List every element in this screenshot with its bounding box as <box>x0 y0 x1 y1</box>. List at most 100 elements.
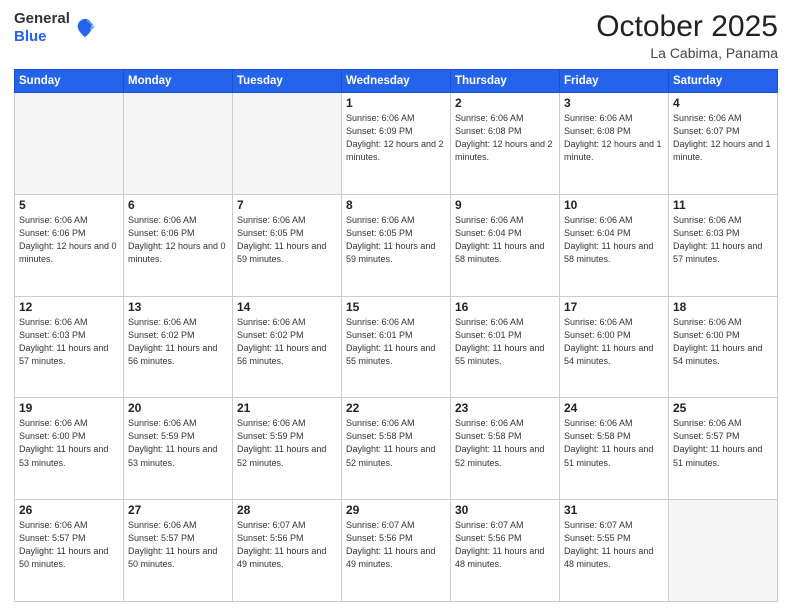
day-cell: 5Sunrise: 6:06 AM Sunset: 6:06 PM Daylig… <box>15 194 124 296</box>
day-number: 16 <box>455 300 555 314</box>
day-cell <box>669 500 778 602</box>
day-info: Sunrise: 6:06 AM Sunset: 5:57 PM Dayligh… <box>19 519 119 571</box>
day-number: 21 <box>237 401 337 415</box>
week-row-3: 19 Sunrise: 6:06 AM Sunset: 6:00 PM Dayli… <box>15 398 778 500</box>
day-cell: 12Sunrise: 6:06 AM Sunset: 6:03 PM Dayli… <box>15 296 124 398</box>
day-info: Sunrise: 6:06 AM Sunset: 5:58 PM Dayligh… <box>346 417 446 469</box>
day-number: 28 <box>237 503 337 517</box>
weekday-wednesday: Wednesday <box>342 70 451 93</box>
day-info: Sunrise: 6:06 AM Sunset: 6:09 PM Dayligh… <box>346 112 446 164</box>
day-cell: 25Sunrise: 6:06 AM Sunset: 5:57 PM Dayli… <box>669 398 778 500</box>
day-cell: 20 Sunrise: 6:06 AM Sunset: 5:59 PM Dayli… <box>124 398 233 500</box>
day-info: Sunrise: 6:06 AM Sunset: 6:05 PM Dayligh… <box>237 214 337 266</box>
day-cell: 22Sunrise: 6:06 AM Sunset: 5:58 PM Dayli… <box>342 398 451 500</box>
day-cell: 18 Sunrise: 6:06 AM Sunset: 6:00 PM Dayli… <box>669 296 778 398</box>
day-number: 29 <box>346 503 446 517</box>
day-cell: 31Sunrise: 6:07 AM Sunset: 5:55 PM Dayli… <box>560 500 669 602</box>
day-number: 6 <box>128 198 228 212</box>
location: La Cabima, Panama <box>596 45 778 61</box>
day-info: Sunrise: 6:06 AM Sunset: 6:00 PM Dayligh… <box>673 316 773 368</box>
day-info: Sunrise: 6:06 AM Sunset: 5:59 PM Dayligh… <box>128 417 228 469</box>
day-info: Sunrise: 6:06 AM Sunset: 5:57 PM Dayligh… <box>673 417 773 469</box>
weekday-monday: Monday <box>124 70 233 93</box>
day-number: 12 <box>19 300 119 314</box>
day-cell: 3Sunrise: 6:06 AM Sunset: 6:08 PM Daylig… <box>560 93 669 195</box>
month-title: October 2025 <box>596 10 778 43</box>
day-number: 5 <box>19 198 119 212</box>
day-cell <box>124 93 233 195</box>
day-info: Sunrise: 6:06 AM Sunset: 6:01 PM Dayligh… <box>346 316 446 368</box>
day-number: 3 <box>564 96 664 110</box>
day-cell: 10 Sunrise: 6:06 AM Sunset: 6:04 PM Dayli… <box>560 194 669 296</box>
day-cell: 1 Sunrise: 6:06 AM Sunset: 6:09 PM Daylig… <box>342 93 451 195</box>
day-cell: 17Sunrise: 6:06 AM Sunset: 6:00 PM Dayli… <box>560 296 669 398</box>
day-info: Sunrise: 6:06 AM Sunset: 6:00 PM Dayligh… <box>19 417 119 469</box>
day-number: 7 <box>237 198 337 212</box>
day-cell: 19 Sunrise: 6:06 AM Sunset: 6:00 PM Dayli… <box>15 398 124 500</box>
day-number: 14 <box>237 300 337 314</box>
day-number: 18 <box>673 300 773 314</box>
day-info: Sunrise: 6:06 AM Sunset: 6:03 PM Dayligh… <box>673 214 773 266</box>
logo: General Blue <box>14 10 96 46</box>
day-info: Sunrise: 6:06 AM Sunset: 6:04 PM Dayligh… <box>564 214 664 266</box>
weekday-thursday: Thursday <box>451 70 560 93</box>
day-info: Sunrise: 6:06 AM Sunset: 6:06 PM Dayligh… <box>128 214 228 266</box>
day-number: 20 <box>128 401 228 415</box>
day-number: 17 <box>564 300 664 314</box>
day-cell: 27 Sunrise: 6:06 AM Sunset: 5:57 PM Dayli… <box>124 500 233 602</box>
logo-general: General <box>14 10 70 27</box>
day-cell: 26 Sunrise: 6:06 AM Sunset: 5:57 PM Dayli… <box>15 500 124 602</box>
day-number: 31 <box>564 503 664 517</box>
week-row-0: 1 Sunrise: 6:06 AM Sunset: 6:09 PM Daylig… <box>15 93 778 195</box>
day-number: 10 <box>564 198 664 212</box>
day-number: 24 <box>564 401 664 415</box>
day-number: 30 <box>455 503 555 517</box>
day-info: Sunrise: 6:07 AM Sunset: 5:56 PM Dayligh… <box>455 519 555 571</box>
day-number: 27 <box>128 503 228 517</box>
day-info: Sunrise: 6:06 AM Sunset: 6:07 PM Dayligh… <box>673 112 773 164</box>
day-info: Sunrise: 6:06 AM Sunset: 5:57 PM Dayligh… <box>128 519 228 571</box>
day-cell: 29 Sunrise: 6:07 AM Sunset: 5:56 PM Dayli… <box>342 500 451 602</box>
day-cell: 30 Sunrise: 6:07 AM Sunset: 5:56 PM Dayli… <box>451 500 560 602</box>
day-number: 15 <box>346 300 446 314</box>
day-number: 4 <box>673 96 773 110</box>
calendar-table: SundayMondayTuesdayWednesdayThursdayFrid… <box>14 69 778 602</box>
weekday-friday: Friday <box>560 70 669 93</box>
day-info: Sunrise: 6:07 AM Sunset: 5:56 PM Dayligh… <box>237 519 337 571</box>
day-info: Sunrise: 6:07 AM Sunset: 5:56 PM Dayligh… <box>346 519 446 571</box>
day-cell: 15 Sunrise: 6:06 AM Sunset: 6:01 PM Dayli… <box>342 296 451 398</box>
header: General Blue October 2025 La Cabima, Pan… <box>14 10 778 61</box>
weekday-sunday: Sunday <box>15 70 124 93</box>
day-cell: 28 Sunrise: 6:07 AM Sunset: 5:56 PM Dayli… <box>233 500 342 602</box>
day-info: Sunrise: 6:06 AM Sunset: 6:01 PM Dayligh… <box>455 316 555 368</box>
weekday-header-row: SundayMondayTuesdayWednesdayThursdayFrid… <box>15 70 778 93</box>
day-cell: 11Sunrise: 6:06 AM Sunset: 6:03 PM Dayli… <box>669 194 778 296</box>
logo-blue: Blue <box>14 28 47 45</box>
day-cell: 24 Sunrise: 6:06 AM Sunset: 5:58 PM Dayli… <box>560 398 669 500</box>
day-cell: 8Sunrise: 6:06 AM Sunset: 6:05 PM Daylig… <box>342 194 451 296</box>
day-number: 9 <box>455 198 555 212</box>
day-number: 19 <box>19 401 119 415</box>
day-cell <box>233 93 342 195</box>
week-row-2: 12Sunrise: 6:06 AM Sunset: 6:03 PM Dayli… <box>15 296 778 398</box>
week-row-4: 26 Sunrise: 6:06 AM Sunset: 5:57 PM Dayli… <box>15 500 778 602</box>
day-number: 8 <box>346 198 446 212</box>
day-cell: 7 Sunrise: 6:06 AM Sunset: 6:05 PM Daylig… <box>233 194 342 296</box>
day-cell: 14Sunrise: 6:06 AM Sunset: 6:02 PM Dayli… <box>233 296 342 398</box>
day-number: 26 <box>19 503 119 517</box>
day-number: 23 <box>455 401 555 415</box>
day-cell: 23 Sunrise: 6:06 AM Sunset: 5:58 PM Dayli… <box>451 398 560 500</box>
day-number: 2 <box>455 96 555 110</box>
day-info: Sunrise: 6:06 AM Sunset: 5:58 PM Dayligh… <box>564 417 664 469</box>
day-cell: 4 Sunrise: 6:06 AM Sunset: 6:07 PM Daylig… <box>669 93 778 195</box>
day-cell: 6 Sunrise: 6:06 AM Sunset: 6:06 PM Daylig… <box>124 194 233 296</box>
day-info: Sunrise: 6:06 AM Sunset: 5:59 PM Dayligh… <box>237 417 337 469</box>
day-cell: 2Sunrise: 6:06 AM Sunset: 6:08 PM Daylig… <box>451 93 560 195</box>
day-cell <box>15 93 124 195</box>
day-number: 1 <box>346 96 446 110</box>
day-cell: 16 Sunrise: 6:06 AM Sunset: 6:01 PM Dayli… <box>451 296 560 398</box>
day-number: 13 <box>128 300 228 314</box>
day-info: Sunrise: 6:06 AM Sunset: 5:58 PM Dayligh… <box>455 417 555 469</box>
page: General Blue October 2025 La Cabima, Pan… <box>0 0 792 612</box>
day-cell: 9Sunrise: 6:06 AM Sunset: 6:04 PM Daylig… <box>451 194 560 296</box>
